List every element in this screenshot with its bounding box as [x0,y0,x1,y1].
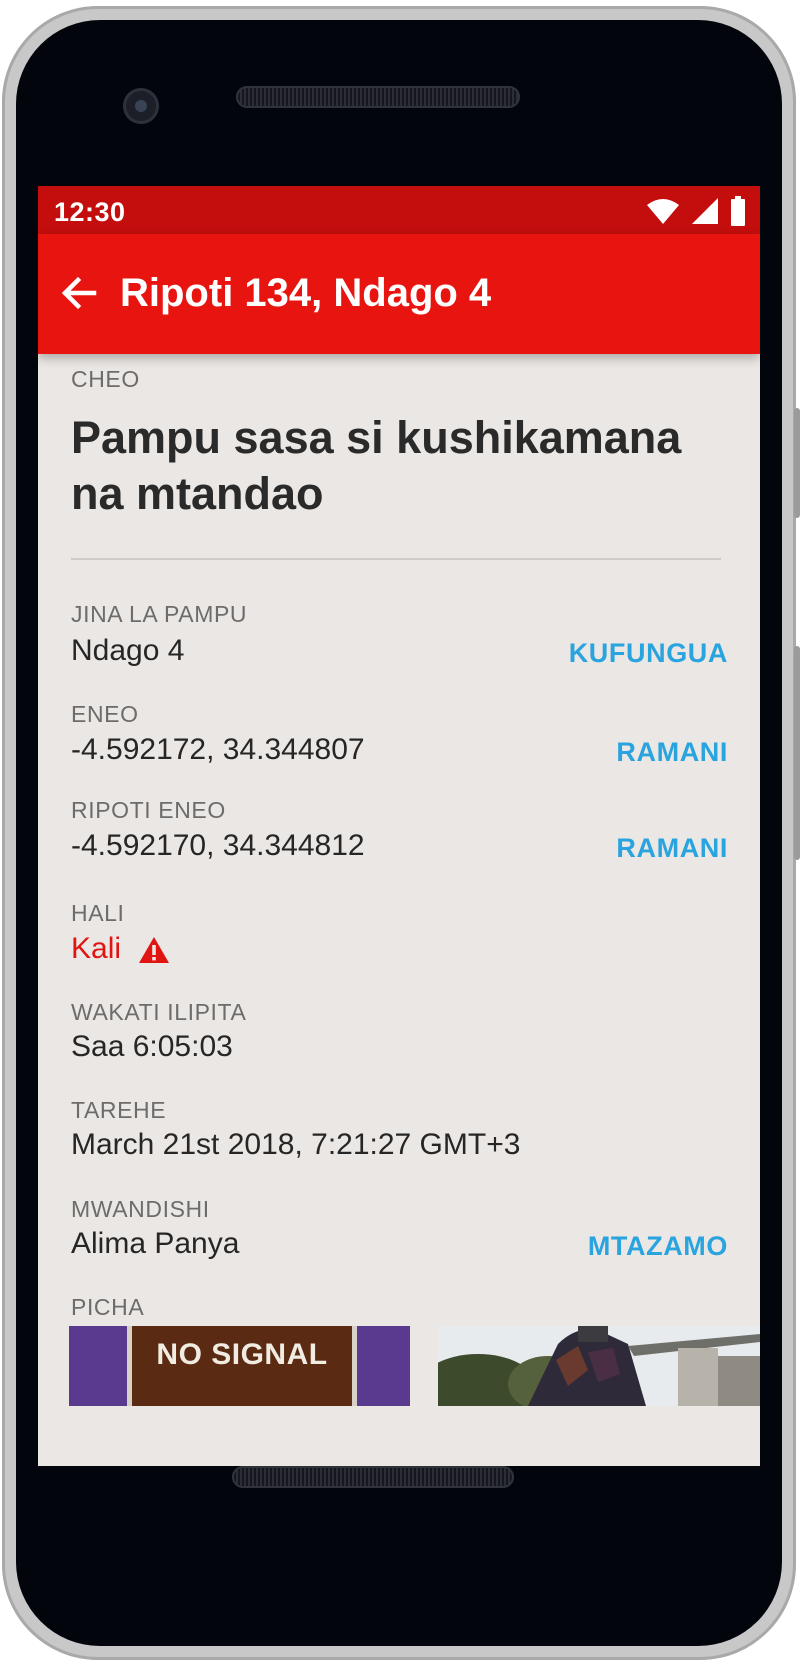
title-label: CHEO [71,366,140,392]
pump-name-value: Ndago 4 [71,634,185,667]
app-bar: Ripoti 134, Ndago 4 [38,234,760,354]
photos-label: PICHA [71,1294,145,1320]
warning-icon [139,937,169,963]
wifi-icon [647,199,679,224]
date-value: March 21st 2018, 7:21:27 GMT+3 [71,1128,521,1161]
report-location-map-button[interactable]: RAMANI [616,833,728,864]
location-map-button[interactable]: RAMANI [616,737,728,768]
divider [71,558,721,560]
author-label: MWANDISHI [71,1196,210,1222]
report-location-label: RIPOTI ENEO [71,797,226,823]
report-location-value: -4.592170, 34.344812 [71,829,365,862]
power-button [794,646,800,860]
date-label: TAREHE [71,1097,167,1123]
sign-text: NO SIGNAL [156,1338,328,1371]
status-icons [646,194,746,228]
pump-photo-image [438,1326,760,1406]
location-value: -4.592172, 34.344807 [71,733,365,766]
pump-name-label: JINA LA PAMPU [71,601,248,627]
no-signal-sign: NO SIGNAL [127,1326,357,1406]
status-value: Kali [71,932,122,965]
battery-icon [731,196,745,226]
page-title: Ripoti 134, Ndago 4 [120,271,492,315]
volume-button [794,408,800,518]
back-arrow-icon[interactable] [60,274,98,312]
time-elapsed-value: Saa 6:05:03 [71,1030,233,1063]
photo-thumbnail[interactable] [438,1326,760,1406]
status-time: 12:30 [54,197,126,227]
time-elapsed-label: WAKATI ILIPITA [71,999,247,1025]
location-label: ENEO [71,701,139,727]
report-details: CHEO Pampu sasa si kushikamana na mtanda… [38,354,760,1466]
cell-signal-icon [692,198,718,224]
status-bar: 12:30 [38,186,760,234]
bottom-speaker [232,1466,514,1488]
top-speaker [236,86,520,108]
author-value: Alima Panya [71,1227,240,1260]
screen: 12:30 Ripoti 134, Ndago 4 CHEO Pampu sas… [38,186,760,1466]
front-camera [123,88,159,124]
open-pump-button[interactable]: KUFUNGUA [569,638,728,669]
status-label: HALI [71,900,125,926]
report-title: Pampu sasa si kushikamana na mtandao [71,412,682,519]
view-author-button[interactable]: MTAZAMO [588,1231,728,1262]
photo-thumbnail[interactable]: NO SIGNAL [69,1326,410,1406]
